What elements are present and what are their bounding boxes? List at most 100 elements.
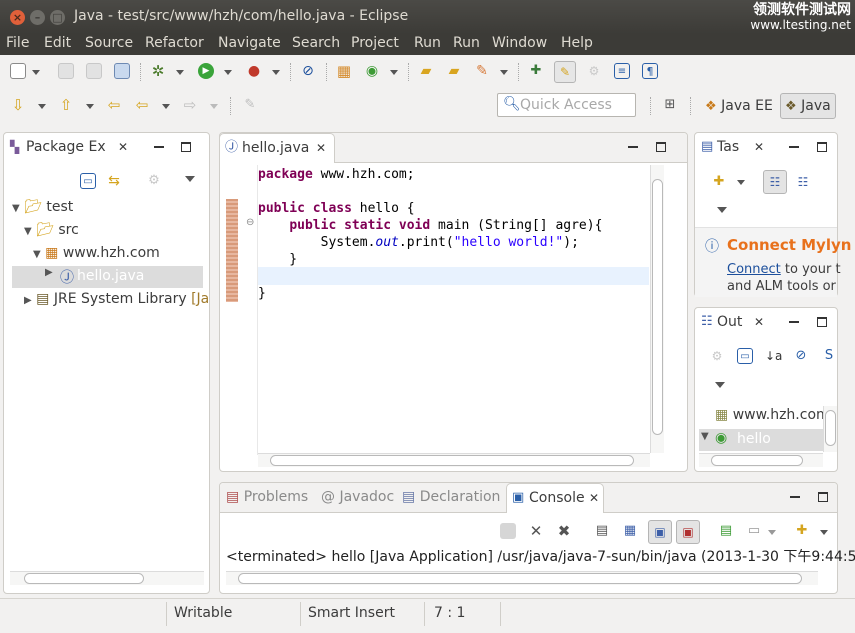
search-tool-dropdown-icon[interactable] bbox=[500, 70, 508, 75]
open-console-dropdown-icon[interactable] bbox=[820, 530, 828, 535]
debug-icon[interactable]: ✲ bbox=[150, 63, 166, 79]
minimize-view-icon[interactable] bbox=[789, 146, 799, 148]
link-with-editor-icon[interactable]: ⇆ bbox=[106, 173, 122, 189]
editor-horizontal-scrollbar[interactable] bbox=[258, 453, 650, 467]
skip-breakpoints-icon[interactable]: ⊘ bbox=[300, 63, 316, 79]
outline-item-package[interactable]: ▦ www.hzh.com bbox=[715, 407, 830, 423]
save-all-icon[interactable] bbox=[86, 63, 102, 79]
tab-problems[interactable]: ▤ Problems bbox=[226, 489, 308, 505]
fold-icon[interactable]: ⊖ bbox=[246, 217, 254, 228]
tab-outline[interactable]: ☷ Out ✕ bbox=[695, 308, 771, 338]
next-annotation-dropdown-icon[interactable] bbox=[38, 104, 46, 109]
minimize-view-icon[interactable] bbox=[789, 321, 799, 323]
focus-icon[interactable]: ⚙ bbox=[709, 348, 725, 364]
remove-all-launches-icon[interactable]: ✖ bbox=[556, 523, 572, 539]
new-task-icon[interactable]: ✚ bbox=[711, 174, 727, 190]
run-icon[interactable]: ▶ bbox=[198, 63, 214, 79]
maximize-view-icon[interactable] bbox=[817, 142, 827, 152]
code-line-8[interactable]: } bbox=[258, 286, 266, 301]
forward-dropdown-icon[interactable] bbox=[210, 104, 218, 109]
perspective-java-ee[interactable]: ❖ Java EE bbox=[705, 94, 773, 118]
sort-icon[interactable]: ↓a bbox=[765, 348, 782, 364]
hide-static-icon[interactable]: S bbox=[821, 348, 837, 364]
new-task-dropdown-icon[interactable] bbox=[737, 180, 745, 185]
run-dropdown-icon[interactable] bbox=[224, 70, 232, 75]
menu-navigate[interactable]: Navigate bbox=[218, 35, 281, 51]
new-class-dropdown-icon[interactable] bbox=[390, 70, 398, 75]
outline-vertical-scrollbar[interactable] bbox=[823, 406, 837, 452]
menu-search[interactable]: Search bbox=[292, 35, 340, 51]
outline-item-class-selected[interactable]: ▼ ◉ hello bbox=[699, 429, 823, 451]
minimize-window-icon[interactable]: – bbox=[30, 10, 45, 25]
minimize-view-icon[interactable] bbox=[790, 496, 800, 498]
menu-run[interactable]: Run bbox=[414, 35, 441, 51]
code-line-5[interactable]: System.out.print("hello world!"); bbox=[258, 235, 579, 250]
pin-console-icon[interactable]: ▤ bbox=[718, 523, 734, 539]
next-annotation-icon[interactable]: ⇩ bbox=[10, 97, 26, 113]
display-console-dropdown-icon[interactable] bbox=[768, 530, 776, 535]
menu-run-2[interactable]: Run bbox=[453, 35, 480, 51]
toggle-highlight-icon[interactable]: ✎ bbox=[554, 61, 576, 83]
new-package-icon[interactable]: ▦ bbox=[336, 63, 352, 79]
maximize-window-icon[interactable]: □ bbox=[50, 10, 65, 25]
show-on-output-icon[interactable]: ▣ bbox=[648, 520, 672, 544]
pin-editor-icon[interactable]: ✎ bbox=[242, 97, 258, 113]
collapse-all-icon[interactable]: ▭ bbox=[737, 348, 753, 364]
menu-source[interactable]: Source bbox=[85, 35, 133, 51]
terminate-icon[interactable] bbox=[500, 523, 516, 539]
scrollbar-thumb[interactable] bbox=[711, 455, 803, 466]
minimize-editor-icon[interactable] bbox=[628, 146, 638, 148]
save-icon[interactable] bbox=[58, 63, 74, 79]
new-dropdown-icon[interactable] bbox=[32, 70, 40, 75]
block-selection-icon[interactable]: ⚙ bbox=[586, 63, 602, 79]
minimize-view-icon[interactable] bbox=[154, 146, 164, 148]
close-tab-icon[interactable]: ✕ bbox=[754, 133, 764, 161]
tab-package-explorer[interactable]: ▚ Package Ex ✕ bbox=[4, 133, 138, 163]
new-class-icon[interactable]: ◉ bbox=[364, 63, 380, 79]
forward-icon[interactable]: ⇨ bbox=[182, 97, 198, 113]
mark-occurrences-icon[interactable]: ✚ bbox=[528, 63, 544, 79]
categorized-icon[interactable]: ☷ bbox=[763, 170, 787, 194]
menu-edit[interactable]: Edit bbox=[44, 35, 71, 51]
new-icon[interactable] bbox=[10, 63, 26, 79]
menu-window[interactable]: Window bbox=[492, 35, 547, 51]
open-type-icon[interactable]: ▰ bbox=[418, 63, 434, 79]
code-line-4[interactable]: public static void main (String[] agre){ bbox=[258, 218, 602, 233]
display-console-icon[interactable]: ▭ bbox=[746, 523, 762, 539]
tree-item-file-selected[interactable]: ▶ Ⓙ hello.java bbox=[12, 266, 203, 288]
print-icon[interactable] bbox=[114, 63, 130, 79]
close-window-icon[interactable]: × bbox=[10, 10, 25, 25]
external-tools-icon[interactable]: ● bbox=[246, 63, 262, 79]
maximize-view-icon[interactable] bbox=[818, 492, 828, 502]
view-menu-icon[interactable] bbox=[717, 207, 727, 213]
tree-item-project[interactable]: ▼ 📂︎ test bbox=[12, 199, 73, 215]
remove-launch-icon[interactable]: ✕ bbox=[528, 523, 544, 539]
hide-fields-icon[interactable]: ⊘ bbox=[793, 348, 809, 364]
outline-horizontal-scrollbar[interactable] bbox=[699, 453, 823, 467]
code-line-1[interactable]: package www.hzh.com; bbox=[258, 167, 415, 182]
perspective-java[interactable]: ❖ Java bbox=[780, 93, 836, 119]
view-filters-icon[interactable]: ⚙ bbox=[146, 173, 162, 189]
scrollbar-thumb[interactable] bbox=[24, 573, 144, 584]
tree-item-package[interactable]: ▼ ▦ www.hzh.com bbox=[33, 245, 160, 261]
menu-project[interactable]: Project bbox=[351, 35, 399, 51]
scrollbar-thumb[interactable] bbox=[825, 410, 836, 446]
console-horizontal-scrollbar[interactable] bbox=[226, 571, 818, 585]
external-tools-dropdown-icon[interactable] bbox=[272, 70, 280, 75]
scheduled-icon[interactable]: ☷ bbox=[795, 174, 811, 190]
quick-access-field[interactable]: 🔍︎ bbox=[497, 93, 636, 117]
quick-access-input[interactable] bbox=[520, 97, 632, 113]
scroll-lock-icon[interactable]: ▦ bbox=[622, 523, 638, 539]
last-edit-location-icon[interactable]: ⇦ bbox=[106, 97, 122, 113]
code-line-3[interactable]: public class hello { bbox=[258, 201, 415, 216]
show-on-error-icon[interactable]: ▣ bbox=[676, 520, 700, 544]
maximize-view-icon[interactable] bbox=[817, 317, 827, 327]
previous-annotation-icon[interactable]: ⇧ bbox=[58, 97, 74, 113]
view-menu-icon[interactable] bbox=[715, 382, 725, 388]
tree-item-jre[interactable]: ▶ ▤ JRE System Library [Ja bbox=[24, 291, 209, 307]
tab-hello-java[interactable]: Ⓙ hello.java ✕ bbox=[219, 133, 335, 163]
tab-javadoc[interactable]: @ Javadoc bbox=[321, 489, 394, 505]
scrollbar-thumb[interactable] bbox=[652, 179, 663, 435]
show-paragraph-icon[interactable]: ¶ bbox=[642, 63, 658, 79]
menu-help[interactable]: Help bbox=[561, 35, 593, 51]
